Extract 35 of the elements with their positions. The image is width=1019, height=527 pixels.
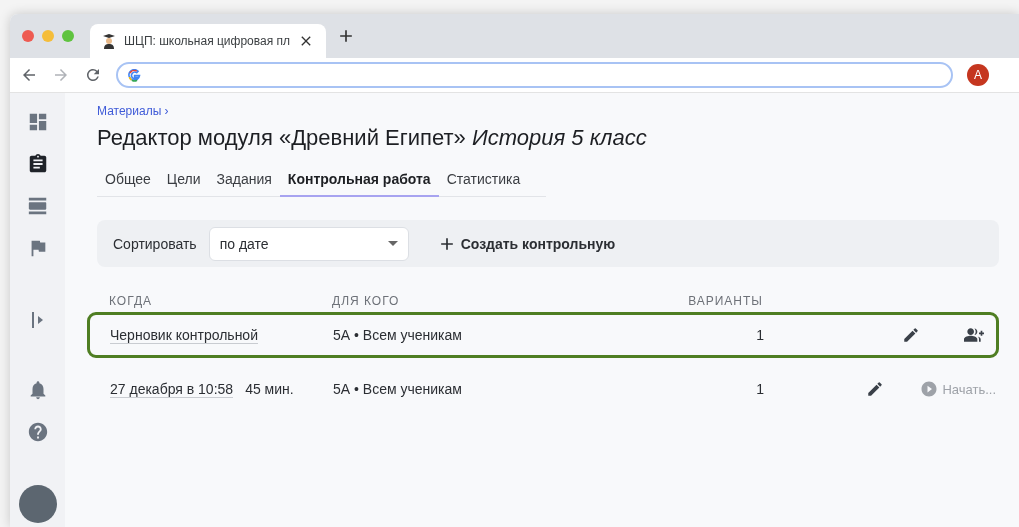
graduate-icon bbox=[102, 33, 116, 49]
sort-dropdown[interactable]: по дате bbox=[208, 226, 409, 261]
page-title: Редактор модуля «Древний Египет» История 5 класс bbox=[97, 125, 648, 151]
when-link[interactable]: Черновик контрольной bbox=[110, 326, 258, 344]
tab[interactable]: Статистика bbox=[438, 171, 529, 197]
audience-cell-text: 5А • Всем ученикам bbox=[333, 327, 463, 343]
column-header: КОГДА bbox=[109, 294, 153, 308]
tab-title: ШЦП: школьная цифровая пл bbox=[124, 34, 290, 48]
duration-text: 45 мин. bbox=[245, 381, 294, 397]
dropdown-caret-icon bbox=[387, 241, 398, 246]
play-icon bbox=[920, 380, 939, 398]
avatar[interactable] bbox=[18, 485, 57, 523]
edit-icon[interactable] bbox=[866, 380, 885, 398]
column-header: ВАРИАНТЫ bbox=[687, 294, 763, 308]
g-logo-icon bbox=[128, 68, 141, 82]
tab[interactable]: Задания bbox=[208, 171, 280, 197]
tab[interactable]: Общее bbox=[97, 171, 159, 197]
edit-icon[interactable] bbox=[902, 326, 920, 344]
table-row[interactable]: 27 декабря в 10:58 45 мин. 5А • Всем ученикам 1 Начать... bbox=[87, 366, 999, 412]
create-button[interactable]: Создать контрольную bbox=[436, 233, 616, 254]
sort-label: Сортировать bbox=[113, 235, 197, 252]
variants-cell-text: 1 bbox=[755, 327, 764, 343]
table-row[interactable]: Черновик контрольной 5А • Всем ученикам 1 bbox=[87, 312, 999, 358]
profile-button[interactable]: A bbox=[967, 64, 989, 86]
tab[interactable]: Контрольная работа bbox=[279, 171, 439, 197]
close-window-icon[interactable] bbox=[22, 30, 34, 42]
tab[interactable]: Цели bbox=[158, 171, 209, 197]
group-add-icon[interactable] bbox=[964, 325, 984, 345]
browser-tab[interactable]: ШЦП: школьная цифровая пл bbox=[90, 24, 326, 58]
variants-cell-text: 1 bbox=[755, 381, 764, 397]
audience-cell-text: 5А • Всем ученикам bbox=[333, 381, 463, 397]
breadcrumb-link[interactable]: Материалы › bbox=[97, 104, 169, 118]
when-link[interactable]: 27 декабря в 10:58 bbox=[110, 380, 234, 398]
reload-icon[interactable] bbox=[84, 66, 102, 84]
column-header: ДЛЯ КОГО bbox=[332, 294, 401, 308]
